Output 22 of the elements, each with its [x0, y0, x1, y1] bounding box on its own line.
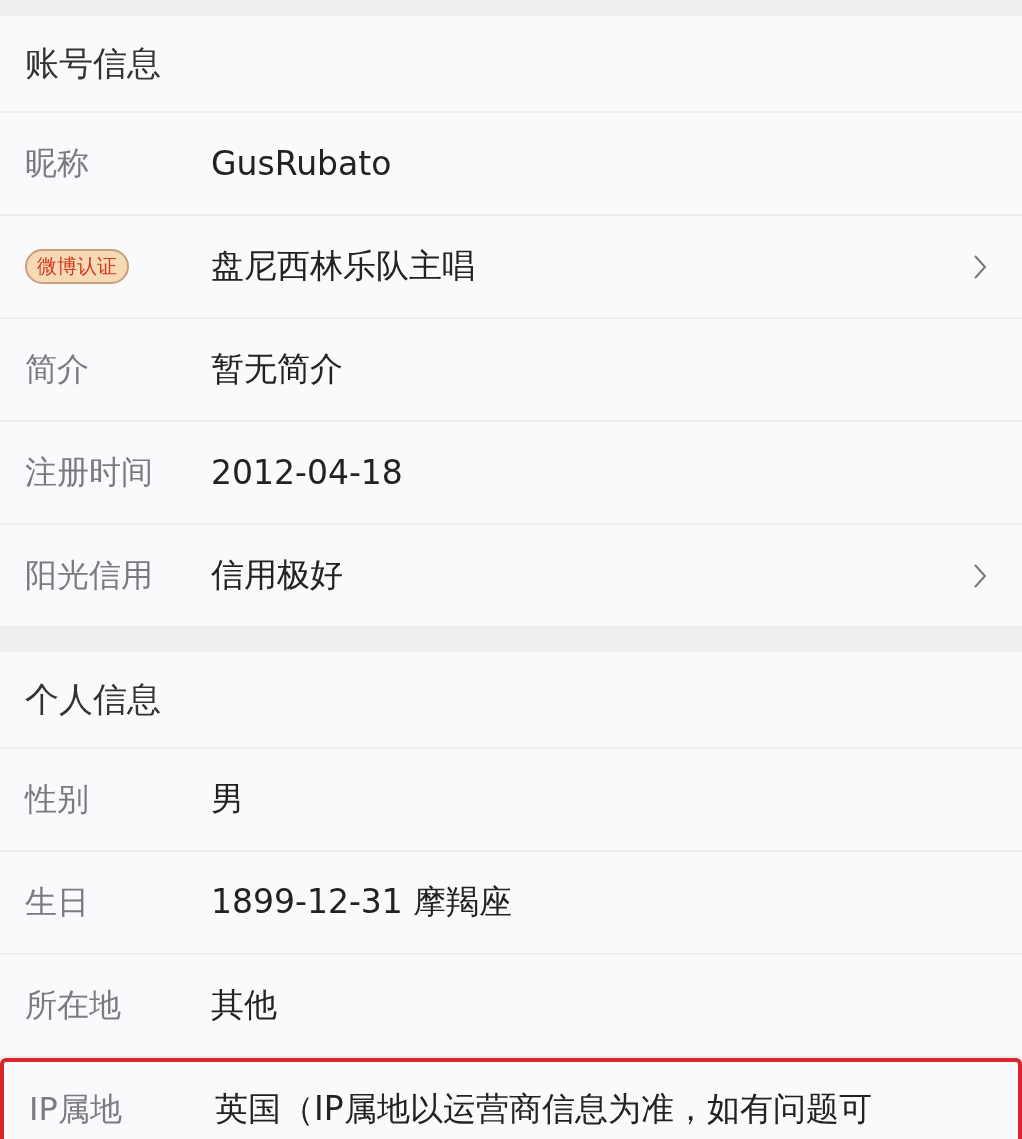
field-label: 所在地	[25, 985, 121, 1024]
chevron-icon[interactable]	[973, 253, 987, 280]
field-label: 昵称	[25, 143, 89, 182]
field-label: IP属地	[29, 1089, 122, 1128]
chevron-icon[interactable]	[973, 562, 987, 589]
field-label: 阳光信用	[25, 555, 153, 594]
section-title: 个人信息	[25, 677, 161, 721]
field-value: 信用极好	[211, 554, 344, 596]
field-value: 暂无简介	[211, 348, 344, 390]
section-title: 账号信息	[25, 41, 161, 85]
verified-badge: 微博认证	[25, 249, 129, 284]
field-value: 2012-04-18	[211, 453, 404, 492]
field-value: 英国（IP属地以运营商信息为准，如有问题可	[215, 1088, 873, 1130]
field-value: 1899-12-31 摩羯座	[211, 881, 514, 923]
field-value: 其他	[211, 984, 278, 1026]
field-label: 注册时间	[25, 452, 153, 491]
field-value: 男	[211, 778, 245, 820]
field-value: GusRubato	[211, 144, 393, 183]
field-label: 简介	[25, 349, 89, 388]
field-label: 生日	[25, 882, 89, 921]
field-label: 性别	[25, 779, 89, 818]
field-value: 盘尼西林乐队主唱	[211, 245, 476, 287]
